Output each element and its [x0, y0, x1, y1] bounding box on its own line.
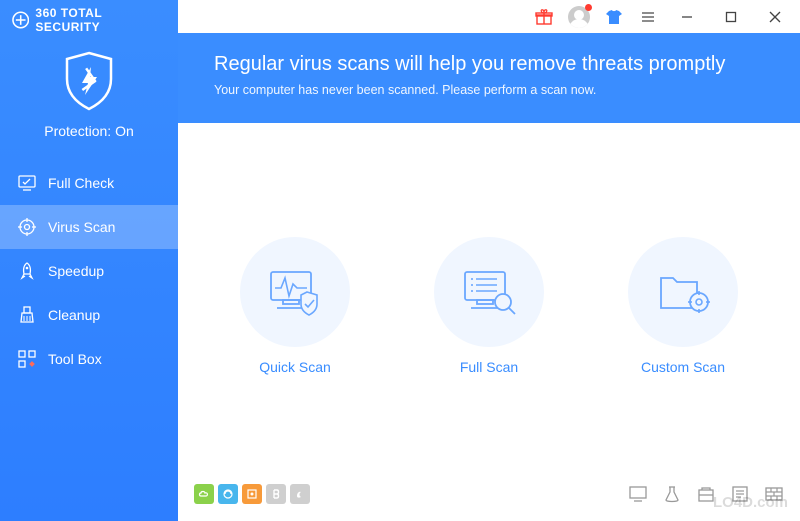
- maximize-button[interactable]: [716, 7, 746, 27]
- sidebar-item-speedup[interactable]: Speedup: [0, 249, 178, 293]
- minimize-button[interactable]: [672, 7, 702, 27]
- quick-scan-label: Quick Scan: [259, 359, 331, 375]
- sidebar-item-full-check[interactable]: Full Check: [0, 161, 178, 205]
- sidebar-item-label: Cleanup: [48, 307, 100, 323]
- scan-options-row: Quick Scan: [178, 123, 800, 475]
- brand-text: 360 TOTAL SECURITY: [35, 6, 166, 34]
- apps-grid-icon: [18, 350, 36, 368]
- account-button[interactable]: [568, 6, 590, 28]
- tool-flask-icon[interactable]: [662, 485, 682, 503]
- header-subtitle: Your computer has never been scanned. Pl…: [214, 83, 770, 97]
- title-bar: [178, 0, 800, 33]
- tool-log-icon[interactable]: [730, 485, 750, 503]
- full-scan-icon: [434, 237, 544, 347]
- engine-badges: [194, 484, 310, 504]
- sidebar-item-virus-scan[interactable]: Virus Scan: [0, 205, 178, 249]
- rocket-icon: [18, 262, 36, 280]
- custom-scan-icon: [628, 237, 738, 347]
- engine-badge-system-icon[interactable]: [218, 484, 238, 504]
- close-button[interactable]: [760, 7, 790, 27]
- sidebar-item-label: Tool Box: [48, 351, 102, 367]
- footer-tools: [628, 485, 784, 503]
- header-title: Regular virus scans will help you remove…: [214, 53, 770, 76]
- notification-dot-icon: [585, 4, 592, 11]
- full-scan-button[interactable]: Full Scan: [434, 237, 544, 375]
- engine-badge-cloud-icon[interactable]: [194, 484, 214, 504]
- target-scan-icon: [18, 218, 36, 236]
- sidebar-item-label: Full Check: [48, 175, 114, 191]
- protection-status-block: Protection: On: [0, 33, 178, 157]
- sidebar-item-label: Speedup: [48, 263, 104, 279]
- custom-scan-label: Custom Scan: [641, 359, 725, 375]
- main-panel: Regular virus scans will help you remove…: [178, 0, 800, 521]
- tshirt-theme-icon[interactable]: [604, 7, 624, 27]
- gift-icon[interactable]: [534, 7, 554, 27]
- shield-icon: [55, 47, 123, 115]
- brand-logo-icon: [12, 11, 29, 29]
- broom-icon: [18, 306, 36, 324]
- protection-status-text: Protection: On: [44, 123, 134, 139]
- monitor-check-icon: [18, 174, 36, 192]
- custom-scan-button[interactable]: Custom Scan: [628, 237, 738, 375]
- quick-scan-icon: [240, 237, 350, 347]
- quick-scan-button[interactable]: Quick Scan: [240, 237, 350, 375]
- menu-icon[interactable]: [638, 7, 658, 27]
- footer-bar: [178, 475, 800, 521]
- brand-row: 360 TOTAL SECURITY: [0, 0, 178, 33]
- app-window: 360 TOTAL SECURITY Protection: On Full C…: [0, 0, 800, 521]
- sidebar: 360 TOTAL SECURITY Protection: On Full C…: [0, 0, 178, 521]
- tool-quarantine-icon[interactable]: [696, 485, 716, 503]
- sidebar-nav: Full Check Virus Scan Speedup Cleanup: [0, 161, 178, 381]
- header-band: Regular virus scans will help you remove…: [178, 33, 800, 123]
- engine-badge-bitdefender-icon[interactable]: [266, 484, 286, 504]
- tool-firewall-icon[interactable]: [764, 485, 784, 503]
- tool-monitor-icon[interactable]: [628, 485, 648, 503]
- engine-badge-avira-icon[interactable]: [290, 484, 310, 504]
- sidebar-item-label: Virus Scan: [48, 219, 115, 235]
- sidebar-item-tool-box[interactable]: Tool Box: [0, 337, 178, 381]
- engine-badge-qvm-icon[interactable]: [242, 484, 262, 504]
- sidebar-item-cleanup[interactable]: Cleanup: [0, 293, 178, 337]
- full-scan-label: Full Scan: [460, 359, 518, 375]
